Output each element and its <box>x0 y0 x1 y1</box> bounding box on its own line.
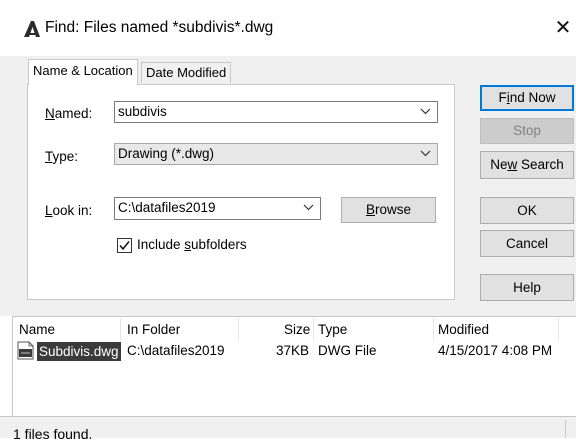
named-combobox[interactable]: subdivis <box>114 101 438 123</box>
find-now-button[interactable]: Find Now <box>480 85 574 111</box>
look-in-label: Look in: <box>45 203 93 218</box>
type-value: Drawing (*.dwg) <box>118 146 215 161</box>
status-divider <box>565 420 566 438</box>
autocad-logo-icon <box>24 21 40 37</box>
look-in-combobox[interactable]: C:\datafiles2019 <box>114 197 321 220</box>
browse-button[interactable]: Browse <box>341 197 436 223</box>
help-button[interactable]: Help <box>480 274 574 301</box>
column-divider[interactable] <box>313 318 314 340</box>
chevron-down-icon[interactable] <box>420 148 431 159</box>
dwg-file-icon <box>17 341 34 360</box>
tab-date-modified[interactable]: Date Modified <box>141 62 232 83</box>
column-header-folder[interactable]: In Folder <box>127 322 180 337</box>
chevron-down-icon[interactable] <box>420 106 431 117</box>
chevron-down-icon[interactable] <box>303 202 314 213</box>
column-divider[interactable] <box>120 318 121 340</box>
named-label: Named: <box>45 106 93 121</box>
column-divider[interactable] <box>238 318 239 340</box>
window-title: Find: Files named *subdivis*.dwg <box>45 19 274 36</box>
checkmark-icon <box>119 241 130 251</box>
column-header-type[interactable]: Type <box>318 322 347 337</box>
close-icon: ✕ <box>554 17 572 39</box>
new-search-button[interactable]: New Search <box>480 151 574 179</box>
status-text: 1 files found. <box>13 426 93 442</box>
include-subfolders-label[interactable]: Include subfolders <box>137 237 247 252</box>
column-header-name[interactable]: Name <box>19 322 55 337</box>
type-combobox[interactable]: Drawing (*.dwg) <box>114 143 438 165</box>
type-label: Type: <box>45 149 79 164</box>
stop-button[interactable]: Stop <box>480 118 574 144</box>
named-value: subdivis <box>118 104 167 119</box>
look-in-value: C:\datafiles2019 <box>118 200 216 215</box>
column-divider[interactable] <box>558 318 559 340</box>
column-header-size[interactable]: Size <box>284 322 310 337</box>
file-folder-cell: C:\datafiles2019 <box>127 343 225 358</box>
file-name-cell[interactable]: Subdivis.dwg <box>37 342 121 361</box>
close-button[interactable]: ✕ <box>550 14 576 42</box>
tab-name-location[interactable]: Name & Location <box>28 59 138 85</box>
column-header-modified[interactable]: Modified <box>438 322 489 337</box>
ok-button[interactable]: OK <box>480 197 574 224</box>
file-size-cell: 37KB <box>276 343 310 358</box>
cancel-button[interactable]: Cancel <box>480 230 574 257</box>
file-modified-cell: 4/15/2017 4:08 PM <box>438 343 553 358</box>
include-subfolders-checkbox[interactable] <box>117 238 132 253</box>
column-divider[interactable] <box>433 318 434 340</box>
file-type-cell: DWG File <box>318 343 377 358</box>
